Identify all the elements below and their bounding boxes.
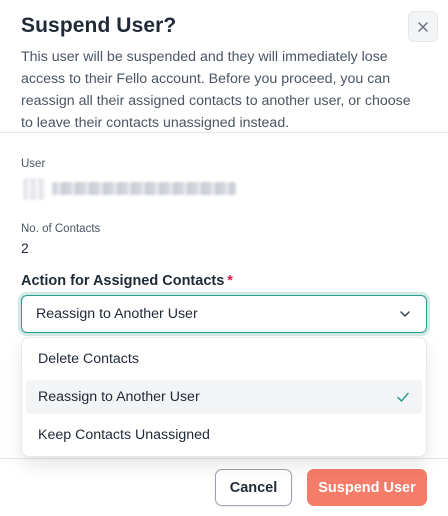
option-label: Keep Contacts Unassigned [38,427,210,443]
action-field-label: Action for Assigned Contacts * [21,273,233,289]
option-label: Delete Contacts [38,351,139,367]
chevron-down-icon [400,311,410,317]
contacts-count-value: 2 [21,240,29,256]
close-icon [418,21,428,32]
action-select-value: Reassign to Another User [36,306,198,322]
action-dropdown-menu: Delete Contacts Reassign to Another User… [21,337,427,457]
suspend-user-button[interactable]: Suspend User [307,469,427,506]
dialog-description: This user will be suspended and they wil… [21,49,411,131]
user-label: User [21,158,46,170]
suspend-user-dialog: Suspend User? This user will be suspende… [0,0,448,516]
contacts-count-label: No. of Contacts [21,223,101,235]
user-name-redacted [52,182,236,195]
action-label-text: Action for Assigned Contacts [21,273,225,289]
close-button[interactable] [408,11,438,42]
action-select[interactable]: Reassign to Another User [21,295,427,333]
option-label: Reassign to Another User [38,389,200,405]
cancel-button[interactable]: Cancel [215,469,292,506]
user-avatar-redacted [23,178,45,200]
option-keep-contacts-unassigned[interactable]: Keep Contacts Unassigned [26,418,422,452]
option-reassign-to-another-user[interactable]: Reassign to Another User [26,380,422,414]
dialog-header: Suspend User? This user will be suspende… [0,0,448,133]
required-marker: * [227,273,233,289]
option-delete-contacts[interactable]: Delete Contacts [26,342,422,376]
dialog-title: Suspend User? [21,14,177,37]
checkmark-icon [397,392,409,402]
